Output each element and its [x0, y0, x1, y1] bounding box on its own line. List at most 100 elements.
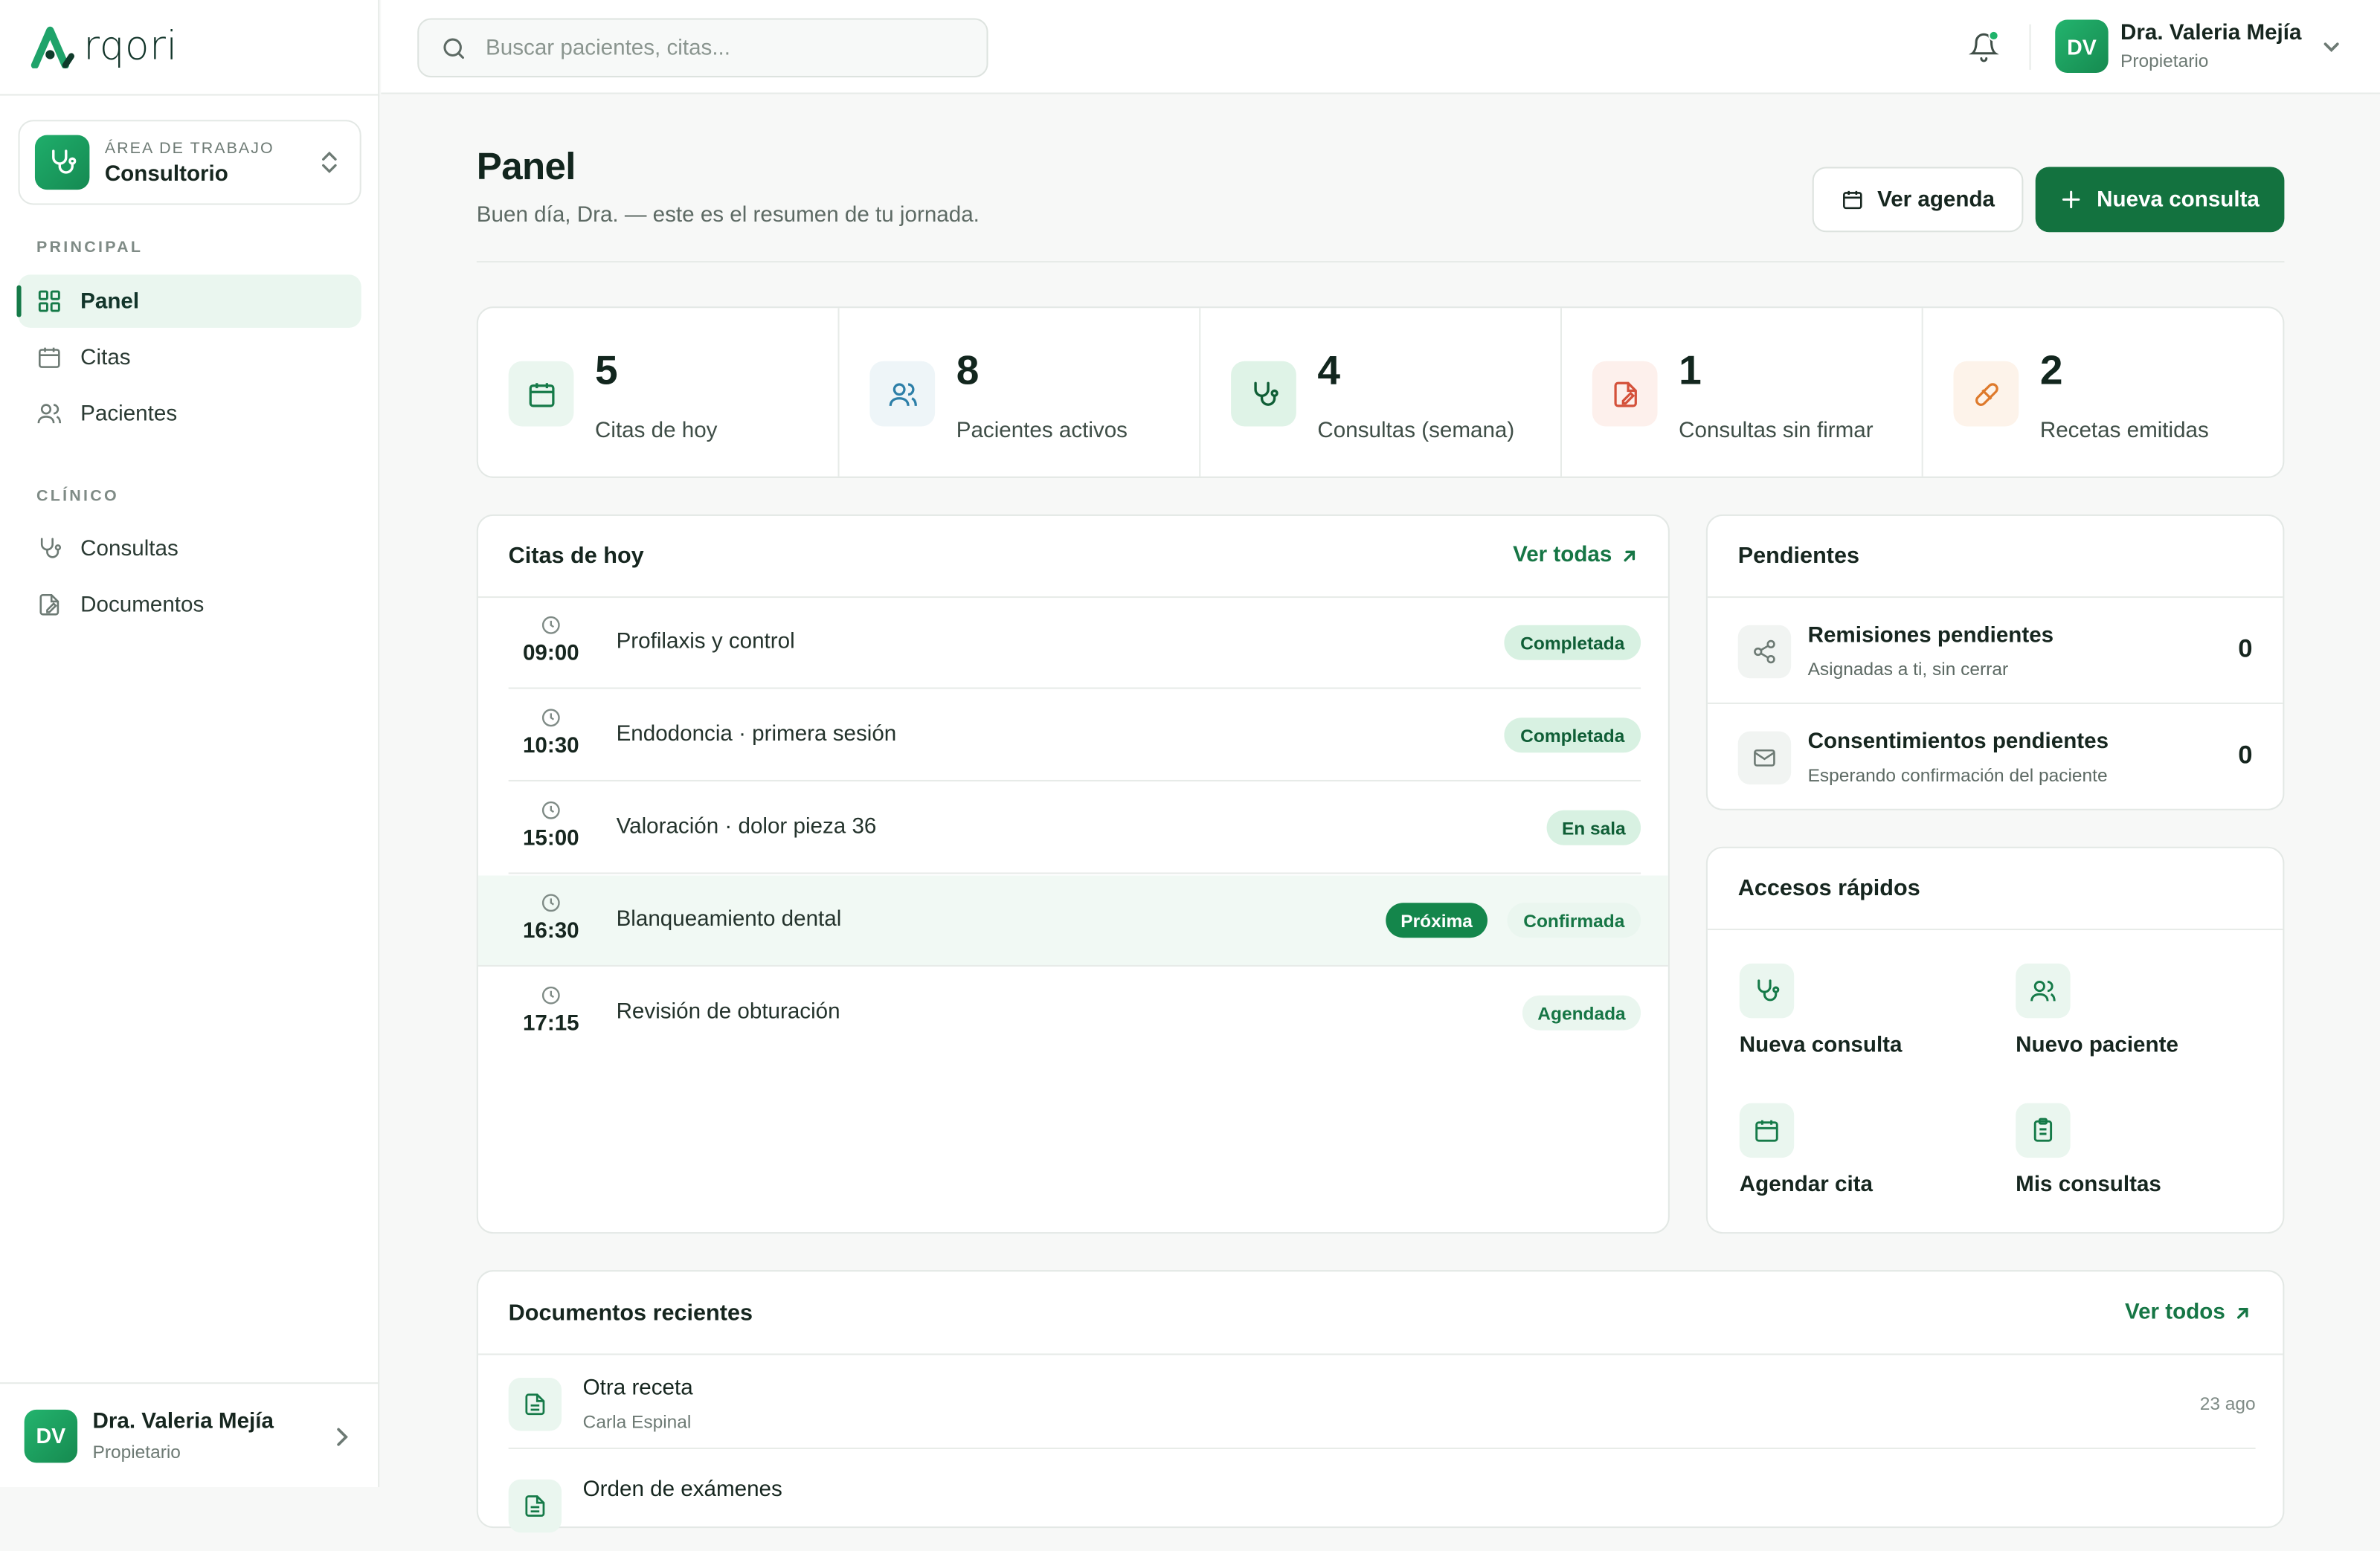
avatar: DV: [24, 1408, 78, 1463]
stat-citas-hoy[interactable]: 5 Citas de hoy: [478, 308, 840, 477]
stat-value: 4: [1317, 347, 1341, 393]
quick-schedule[interactable]: Agendar cita: [1739, 1103, 1998, 1210]
document-title: Orden de exámenes: [582, 1477, 782, 1503]
document-row[interactable]: Orden de exámenes: [508, 1457, 2256, 1551]
status-badge: Confirmada: [1507, 903, 1641, 938]
user-role: Propietario: [92, 1440, 181, 1463]
appointment-time: 16:30: [522, 919, 579, 944]
quick-label: Nuevo paciente: [2016, 1033, 2178, 1058]
document-row[interactable]: Otra receta Carla Espinal 23 ago: [508, 1355, 2256, 1449]
appointment-row[interactable]: 17:15 Revisión de obturación Agendada: [509, 968, 1641, 1059]
app-logo[interactable]: rqori: [30, 25, 178, 70]
stat-consultas-semana[interactable]: 4 Consultas (semana): [1200, 308, 1562, 477]
appointment-name: Blanqueamiento dental: [616, 907, 842, 932]
page-title: Panel: [476, 145, 576, 189]
new-consultation-button[interactable]: Nueva consulta: [2035, 167, 2285, 233]
search-input[interactable]: [486, 35, 942, 60]
topbar: DV Dra. Valeria Mejía Propietario: [381, 0, 2380, 94]
stethoscope-icon: [1231, 361, 1296, 427]
sidebar-item-label: Panel: [80, 288, 140, 314]
pending-row-referrals[interactable]: Remisiones pendientes Asignadas a ti, si…: [1707, 598, 2283, 704]
search-box[interactable]: [417, 18, 988, 78]
sidebar-item-pacientes[interactable]: Pacientes: [18, 387, 361, 439]
user-menu[interactable]: DV Dra. Valeria Mejía Propietario: [2055, 19, 2341, 73]
stethoscope-icon: [36, 535, 62, 561]
appointment-row-next[interactable]: 16:30 Blanqueamiento dental Próxima Conf…: [477, 875, 1668, 967]
sidebar-item-documentos[interactable]: Documentos: [18, 578, 361, 631]
appointment-row[interactable]: 09:00 Profilaxis y control Completada: [508, 598, 1641, 689]
document-edit-icon: [36, 592, 62, 618]
card-title: Documentos recientes: [508, 1300, 753, 1326]
workspace-switcher[interactable]: ÁREA DE TRABAJO Consultorio: [18, 120, 361, 205]
sidebar-item-panel[interactable]: Panel: [16, 274, 361, 328]
document-title: Otra receta: [582, 1376, 693, 1401]
chevron-down-icon: [2324, 42, 2340, 51]
clock-icon: [541, 894, 560, 912]
calendar-icon: [1739, 1103, 1795, 1158]
sidebar-user-card[interactable]: DV Dra. Valeria Mejía Propietario: [0, 1382, 380, 1487]
view-all-documents-link[interactable]: Ver todos: [2125, 1300, 2251, 1325]
stat-recetas-emitidas[interactable]: 2 Recetas emitidas: [1923, 308, 2283, 477]
document-icon: [508, 1479, 562, 1533]
users-icon: [36, 401, 62, 427]
appointment-name: Revisión de obturación: [616, 999, 840, 1025]
users-icon: [869, 361, 936, 427]
sidebar-item-label: Pacientes: [80, 401, 178, 426]
appointment-row[interactable]: 10:30 Endodoncia · primera sesión Comple…: [508, 691, 1641, 782]
view-agenda-button[interactable]: Ver agenda: [1812, 167, 2024, 233]
section-label-clinico: CLÍNICO: [36, 487, 119, 506]
main-content: Panel Buen día, Dra. — este es el resume…: [381, 96, 2380, 1533]
appointment-time: 09:00: [522, 642, 579, 666]
notifications-button[interactable]: [1968, 30, 1999, 64]
chevron-right-icon: [337, 1428, 348, 1446]
document-date: 23 ago: [2199, 1393, 2256, 1415]
pending-row-consents[interactable]: Consentimientos pendientes Esperando con…: [1708, 704, 2283, 810]
pending-title: Remisiones pendientes: [1807, 623, 2054, 648]
divider: [2029, 24, 2031, 70]
view-all-appointments-link[interactable]: Ver todas: [1513, 543, 1638, 568]
logo-text: rqori: [83, 24, 178, 70]
divider: [0, 94, 380, 96]
document-icon: [508, 1378, 562, 1431]
stat-pacientes-activos[interactable]: 8 Pacientes activos: [840, 308, 1201, 477]
stat-consultas-sin-firmar[interactable]: 1 Consultas sin firmar: [1562, 308, 1923, 477]
stat-label: Pacientes activos: [956, 419, 1128, 443]
stat-label: Consultas (semana): [1317, 419, 1515, 443]
sidebar-item-label: Consultas: [80, 536, 178, 561]
workspace-label: ÁREA DE TRABAJO: [104, 138, 274, 158]
plus-icon: [2062, 190, 2081, 209]
recent-documents-card: Documentos recientes Ver todos Otra rece…: [476, 1270, 2285, 1533]
quick-new-consultation[interactable]: Nueva consulta: [1739, 963, 1998, 1070]
search-icon: [443, 37, 464, 59]
quick-label: Mis consultas: [2016, 1173, 2161, 1198]
card-title: Accesos rápidos: [1737, 875, 1920, 902]
status-badge: Completada: [1504, 718, 1641, 753]
link-label: Ver todas: [1513, 543, 1612, 568]
logo-mark-icon: [30, 26, 74, 68]
avatar: DV: [2055, 19, 2109, 73]
status-badge: Completada: [1504, 625, 1641, 660]
appointments-card: Citas de hoy Ver todas 09:00 Profilaxis …: [476, 514, 1670, 1234]
stat-value: 2: [2039, 347, 2063, 393]
stat-label: Recetas emitidas: [2039, 419, 2209, 443]
stat-value: 8: [956, 347, 980, 393]
quick-my-consultations[interactable]: Mis consultas: [2016, 1103, 2274, 1210]
quick-new-patient[interactable]: Nuevo paciente: [2016, 963, 2274, 1070]
stat-label: Citas de hoy: [594, 419, 718, 443]
status-badge: Agendada: [1522, 995, 1641, 1031]
sidebar-item-consultas[interactable]: Consultas: [18, 522, 361, 575]
appointment-row[interactable]: 15:00 Valoración · dolor pieza 36 En sal…: [508, 783, 1641, 874]
card-title: Citas de hoy: [508, 543, 644, 570]
calendar-icon: [1842, 190, 1862, 210]
arrow-up-right-icon: [1624, 549, 1636, 561]
pending-title: Consentimientos pendientes: [1807, 729, 2109, 755]
stat-value: 5: [594, 347, 618, 393]
stats-card: 5 Citas de hoy 8 Pacientes activos 4 Con…: [476, 306, 2285, 478]
sidebar-item-citas[interactable]: Citas: [18, 331, 361, 384]
button-label: Ver agenda: [1877, 187, 1995, 212]
calendar-icon: [508, 361, 574, 427]
quick-access-card: Accesos rápidos Nueva consulta Nuevo pac…: [1705, 846, 2285, 1234]
pending-card: Pendientes Remisiones pendientes Asignad…: [1705, 514, 2285, 810]
appointment-name: Valoración · dolor pieza 36: [616, 814, 877, 839]
clock-icon: [541, 616, 560, 634]
